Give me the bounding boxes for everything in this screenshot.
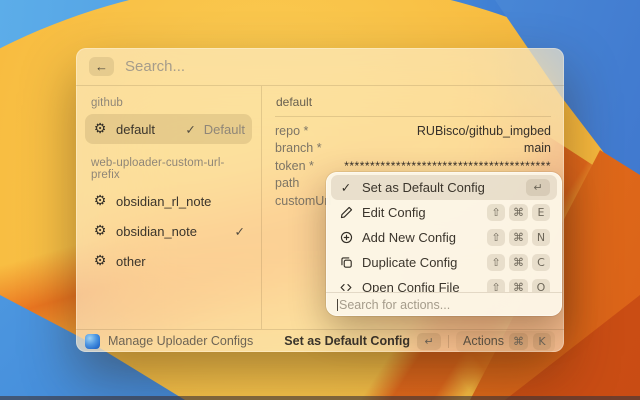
gear-icon: ⚙ xyxy=(92,254,108,268)
command-key-icon: ⌘ xyxy=(509,279,528,292)
menu-item-add-new-config[interactable]: Add New Config ⇧ ⌘ N xyxy=(331,225,557,250)
command-title: Manage Uploader Configs xyxy=(108,334,253,348)
separator xyxy=(448,335,449,348)
return-key-icon: ↵ xyxy=(417,333,441,350)
app-icon xyxy=(85,334,100,349)
back-icon: ← xyxy=(95,59,108,74)
menu-item-label: Set as Default Config xyxy=(362,180,485,195)
field-label: path xyxy=(275,176,299,190)
shift-key-icon: ⇧ xyxy=(487,229,505,246)
shortcut-keys: ⇧ ⌘ N xyxy=(487,229,550,246)
check-icon: ✓ xyxy=(338,180,354,195)
return-key-icon: ↵ xyxy=(526,179,550,196)
menu-item-set-default[interactable]: ✓ Set as Default Config ↵ xyxy=(331,175,557,200)
field-label: token * xyxy=(275,159,314,173)
menu-item-label: Open Config File xyxy=(362,280,460,292)
detail-title: default xyxy=(275,93,551,117)
command-key-icon: ⌘ xyxy=(509,333,528,350)
section-header-github: github xyxy=(85,92,252,114)
field-branch: branch * main xyxy=(275,140,551,158)
status-bar: Manage Uploader Configs Set as Default C… xyxy=(76,329,564,352)
shift-key-icon: ⇧ xyxy=(487,204,505,221)
letter-key-icon: N xyxy=(532,229,550,246)
default-badge: Default xyxy=(204,122,245,137)
footer-actions: Set as Default Config ↵ Actions ⌘ K xyxy=(284,331,555,352)
list-item-default[interactable]: ⚙ default ✓ Default xyxy=(85,114,252,144)
shortcut-keys: ⇧ ⌘ O xyxy=(487,279,550,292)
menu-item-duplicate-config[interactable]: Duplicate Config ⇧ ⌘ C xyxy=(331,250,557,275)
menu-item-edit-config[interactable]: Edit Config ⇧ ⌘ E xyxy=(331,200,557,225)
list-item-label: default xyxy=(116,122,155,137)
actions-menu-list: ✓ Set as Default Config ↵ Edit Config ⇧ … xyxy=(331,175,557,292)
menu-item-label: Add New Config xyxy=(362,230,456,245)
primary-action-label[interactable]: Set as Default Config xyxy=(284,334,410,348)
list-item-label: obsidian_rl_note xyxy=(116,194,211,209)
field-label: branch * xyxy=(275,141,322,155)
search-bar: ← xyxy=(76,48,564,86)
gear-icon: ⚙ xyxy=(92,194,108,208)
pencil-icon xyxy=(338,206,354,219)
shortcut-keys: ⇧ ⌘ E xyxy=(487,204,550,221)
menu-item-label: Duplicate Config xyxy=(362,255,457,270)
section-header-web-uploader: web-uploader-custom-url-prefix xyxy=(85,152,252,186)
letter-key-icon: E xyxy=(532,204,550,221)
list-item-obsidian-rl-note[interactable]: ⚙ obsidian_rl_note xyxy=(85,186,252,216)
command-key-icon: ⌘ xyxy=(509,229,528,246)
actions-label: Actions xyxy=(463,334,504,348)
letter-key-icon: C xyxy=(532,254,550,271)
duplicate-icon xyxy=(338,256,354,269)
back-button[interactable]: ← xyxy=(89,57,114,76)
menu-item-label: Edit Config xyxy=(362,205,426,220)
gear-icon: ⚙ xyxy=(92,122,108,136)
field-repo: repo * RUBisco/github_imgbed xyxy=(275,122,551,140)
search-input[interactable] xyxy=(125,58,551,75)
list-item-label: obsidian_note xyxy=(116,224,197,239)
shortcut-keys: ⇧ ⌘ C xyxy=(487,254,550,271)
check-icon: ✓ xyxy=(235,224,245,239)
field-value: RUBisco/github_imgbed xyxy=(417,124,551,138)
actions-menu: ✓ Set as Default Config ↵ Edit Config ⇧ … xyxy=(326,172,562,316)
field-value: main xyxy=(524,141,551,155)
menu-item-open-config-file[interactable]: Open Config File ⇧ ⌘ O xyxy=(331,275,557,292)
shift-key-icon: ⇧ xyxy=(487,279,505,292)
field-value-masked: **************************************** xyxy=(344,159,551,173)
check-icon: ✓ xyxy=(185,122,195,137)
section-gap xyxy=(85,144,252,152)
k-key-icon: K xyxy=(533,333,551,350)
text-cursor xyxy=(337,299,338,311)
actions-button[interactable]: Actions ⌘ K xyxy=(456,331,555,352)
shift-key-icon: ⇧ xyxy=(487,254,505,271)
config-list-sidebar: github ⚙ default ✓ Default web-uploader-… xyxy=(76,86,262,329)
plus-circle-icon xyxy=(338,231,354,244)
actions-search-bar[interactable] xyxy=(326,292,562,316)
gear-icon: ⚙ xyxy=(92,224,108,238)
actions-search-input[interactable] xyxy=(339,298,551,312)
wallpaper-shape xyxy=(0,396,640,400)
field-label: repo * xyxy=(275,124,308,138)
list-item-obsidian-note[interactable]: ⚙ obsidian_note ✓ xyxy=(85,216,252,246)
letter-key-icon: O xyxy=(532,279,550,292)
code-icon xyxy=(338,281,354,292)
list-item-other[interactable]: ⚙ other xyxy=(85,246,252,276)
command-key-icon: ⌘ xyxy=(509,204,528,221)
command-key-icon: ⌘ xyxy=(509,254,528,271)
shortcut-keys: ↵ xyxy=(526,179,550,196)
list-item-label: other xyxy=(116,254,146,269)
field-label: customUrl xyxy=(275,194,331,208)
